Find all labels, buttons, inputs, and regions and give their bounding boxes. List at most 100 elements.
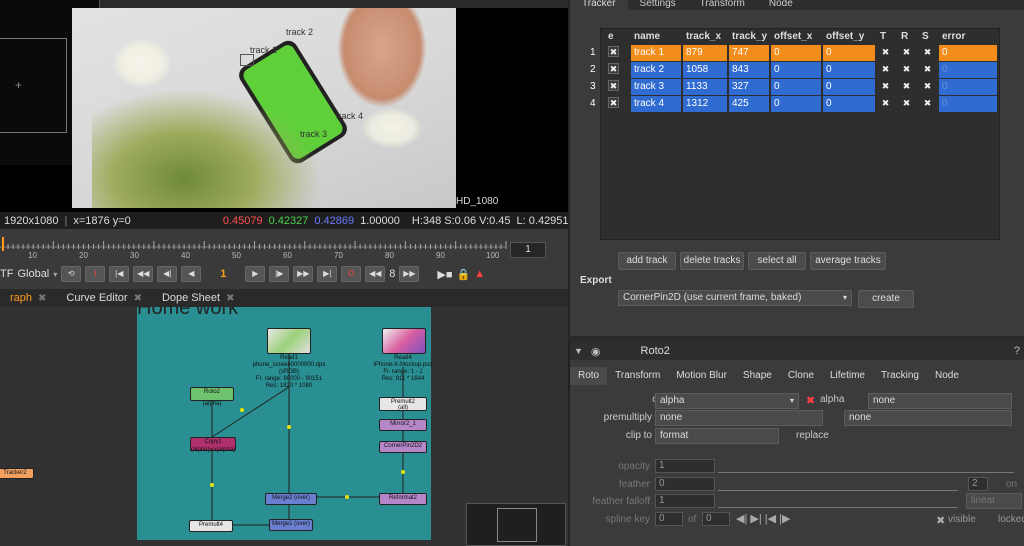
premultiply-select[interactable]: none <box>655 410 823 426</box>
tab-transform[interactable]: Transform <box>607 367 668 385</box>
cornerpin-node[interactable]: CornerPin2D2 <box>379 441 427 453</box>
cell-track-x[interactable]: 1058 <box>683 62 727 78</box>
table-row[interactable]: 4 ✖ track 4 1312 425 0 0 ✖ ✖ ✖ 0 <box>590 96 1001 112</box>
falloff-mode-select[interactable]: linear <box>966 493 1022 509</box>
tab-settings[interactable]: Settings <box>628 0 688 10</box>
last-frame-button[interactable]: ▶| <box>317 266 338 282</box>
step-back-button[interactable]: ◀| <box>157 266 178 282</box>
tab-motion-blur[interactable]: Motion Blur <box>668 367 735 385</box>
checkbox-s[interactable]: ✖ <box>922 64 933 75</box>
checkbox-t[interactable]: ✖ <box>880 64 891 75</box>
select-all-button[interactable]: select all <box>748 252 806 270</box>
tab-dope-sheet[interactable]: Dope Sheet ✖ <box>152 292 245 304</box>
cell-track-x[interactable]: 879 <box>683 45 727 61</box>
tab-tracker[interactable]: Tracker <box>570 0 628 10</box>
tracker2-node[interactable]: Tracker2 <box>0 468 34 479</box>
cell-track-y[interactable]: 425 <box>729 96 769 112</box>
node-graph[interactable]: Home work Read1 phone_screen0000000.dpx … <box>0 307 568 546</box>
cell-offset-x[interactable]: 0 <box>771 96 821 112</box>
in-point-button[interactable]: I <box>85 266 106 282</box>
cell-name[interactable]: track 2 <box>631 62 681 78</box>
tab-roto[interactable]: Roto <box>570 367 608 385</box>
premultiply-extra-select[interactable]: none <box>844 410 1012 426</box>
node-graph-minimap[interactable] <box>466 503 566 546</box>
viewer-image[interactable]: track 1 track 2 track 3 track 4 <box>72 8 456 208</box>
cell-track-y[interactable]: 327 <box>729 79 769 95</box>
current-frame[interactable]: 1 <box>205 268 241 280</box>
export-select[interactable]: CornerPin2D (use current frame, baked) ▾ <box>618 290 852 306</box>
tab-clone[interactable]: Clone <box>780 367 822 385</box>
track-label-2[interactable]: track 2 <box>286 27 313 37</box>
checkbox-e[interactable]: ✖ <box>608 80 619 91</box>
cell-error[interactable]: 0 <box>939 45 997 61</box>
backdrop-node[interactable]: Home work Read1 phone_screen0000000.dpx … <box>137 307 433 540</box>
timeline[interactable]: 10 20 30 40 50 60 70 80 90 100 1 TF Glob… <box>0 229 568 289</box>
read4-thumbnail[interactable] <box>382 328 426 354</box>
mirror2-node[interactable]: Mirror2_1 <box>379 419 427 431</box>
play-forward-button[interactable]: ▶ <box>245 266 266 282</box>
next-key-button[interactable]: ▶▶ <box>293 266 314 282</box>
checkbox-t[interactable]: ✖ <box>880 81 891 92</box>
step-increment[interactable]: 8 <box>389 268 395 280</box>
tracks-table[interactable]: e name track_x track_y offset_x offset_y… <box>590 28 1001 240</box>
table-row[interactable]: 3 ✖ track 3 1133 327 0 0 ✖ ✖ ✖ 0 <box>590 79 1001 95</box>
opacity-field[interactable]: 1 <box>655 459 715 473</box>
create-button[interactable]: create <box>858 290 914 308</box>
out-point-button[interactable]: O <box>341 266 362 282</box>
proxy-icon[interactable]: ▲ <box>474 268 485 280</box>
settings-icon[interactable]: ◉ <box>591 345 601 358</box>
checkbox-t[interactable]: ✖ <box>880 47 891 58</box>
cell-track-x[interactable]: 1133 <box>683 79 727 95</box>
track-label-1[interactable]: track 1 <box>250 45 277 55</box>
cell-track-y[interactable]: 747 <box>729 45 769 61</box>
feather-falloff-slider[interactable] <box>718 494 958 508</box>
prev-key-button[interactable]: ◀◀ <box>133 266 154 282</box>
feather-extra[interactable]: 2 <box>968 477 988 491</box>
cell-name[interactable]: track 4 <box>631 96 681 112</box>
checkbox-r[interactable]: ✖ <box>901 81 912 92</box>
feather-field[interactable]: 0 <box>655 477 715 491</box>
tab-curve-editor[interactable]: Curve Editor ✖ <box>56 292 152 304</box>
timeline-ruler[interactable]: 10 20 30 40 50 60 70 80 90 100 <box>0 237 510 260</box>
spline-key-field[interactable]: 0 <box>655 512 683 526</box>
cell-error[interactable]: 0 <box>939 96 997 112</box>
tab-lifetime[interactable]: Lifetime <box>822 367 873 385</box>
checkbox-s[interactable]: ✖ <box>922 47 933 58</box>
tab-transform[interactable]: Transform <box>688 0 757 10</box>
cell-name[interactable]: track 1 <box>631 45 681 61</box>
checkbox-r[interactable]: ✖ <box>901 64 912 75</box>
close-icon[interactable]: ✖ <box>134 293 142 304</box>
skip-forward-button[interactable]: ▶▶ <box>399 266 420 282</box>
key-nav-icons[interactable]: ◀| ▶| |◀ |▶ <box>736 512 790 525</box>
help-icon[interactable]: ? <box>1014 345 1020 357</box>
step-forward-button[interactable]: |▶ <box>269 266 290 282</box>
chevron-down-icon[interactable]: ▾ <box>53 270 57 279</box>
tab-node[interactable]: Node <box>757 0 805 10</box>
skip-back-button[interactable]: ◀◀ <box>365 266 386 282</box>
checkbox-s[interactable]: ✖ <box>922 81 933 92</box>
track-label-3[interactable]: track 3 <box>300 129 327 139</box>
checkbox-e[interactable]: ✖ <box>608 97 619 108</box>
replace-label[interactable]: replace <box>796 430 829 441</box>
loop-icon[interactable]: ⟲ <box>61 266 82 282</box>
play-backward-button[interactable]: ◀ <box>181 266 202 282</box>
cell-offset-y[interactable]: 0 <box>823 45 875 61</box>
checkbox-r[interactable]: ✖ <box>901 47 912 58</box>
roto2-node[interactable]: Roto2 <box>190 387 234 401</box>
delete-tracks-button[interactable]: delete tracks <box>680 252 744 270</box>
viewer[interactable]: + track 1 track 2 track 3 track 4 HD_108… <box>0 0 568 212</box>
feather-slider[interactable] <box>718 477 958 491</box>
tab-node-graph[interactable]: raph ✖ <box>0 292 56 304</box>
merge2-node[interactable]: Merge2 (over) <box>265 493 317 505</box>
output-select[interactable]: alpha ▾ <box>655 393 799 409</box>
tab-tracking[interactable]: Tracking <box>873 367 927 385</box>
visible-checkbox[interactable]: ✖ <box>936 514 945 527</box>
close-icon[interactable]: ✖ <box>226 293 234 304</box>
tab-node[interactable]: Node <box>927 367 967 385</box>
checkbox-r[interactable]: ✖ <box>901 98 912 109</box>
track-box-1[interactable] <box>240 54 254 66</box>
checkbox-s[interactable]: ✖ <box>922 98 933 109</box>
cell-error[interactable]: 0 <box>939 79 997 95</box>
table-row[interactable]: 2 ✖ track 2 1058 843 0 0 ✖ ✖ ✖ 0 <box>590 62 1001 78</box>
cell-offset-y[interactable]: 0 <box>823 96 875 112</box>
